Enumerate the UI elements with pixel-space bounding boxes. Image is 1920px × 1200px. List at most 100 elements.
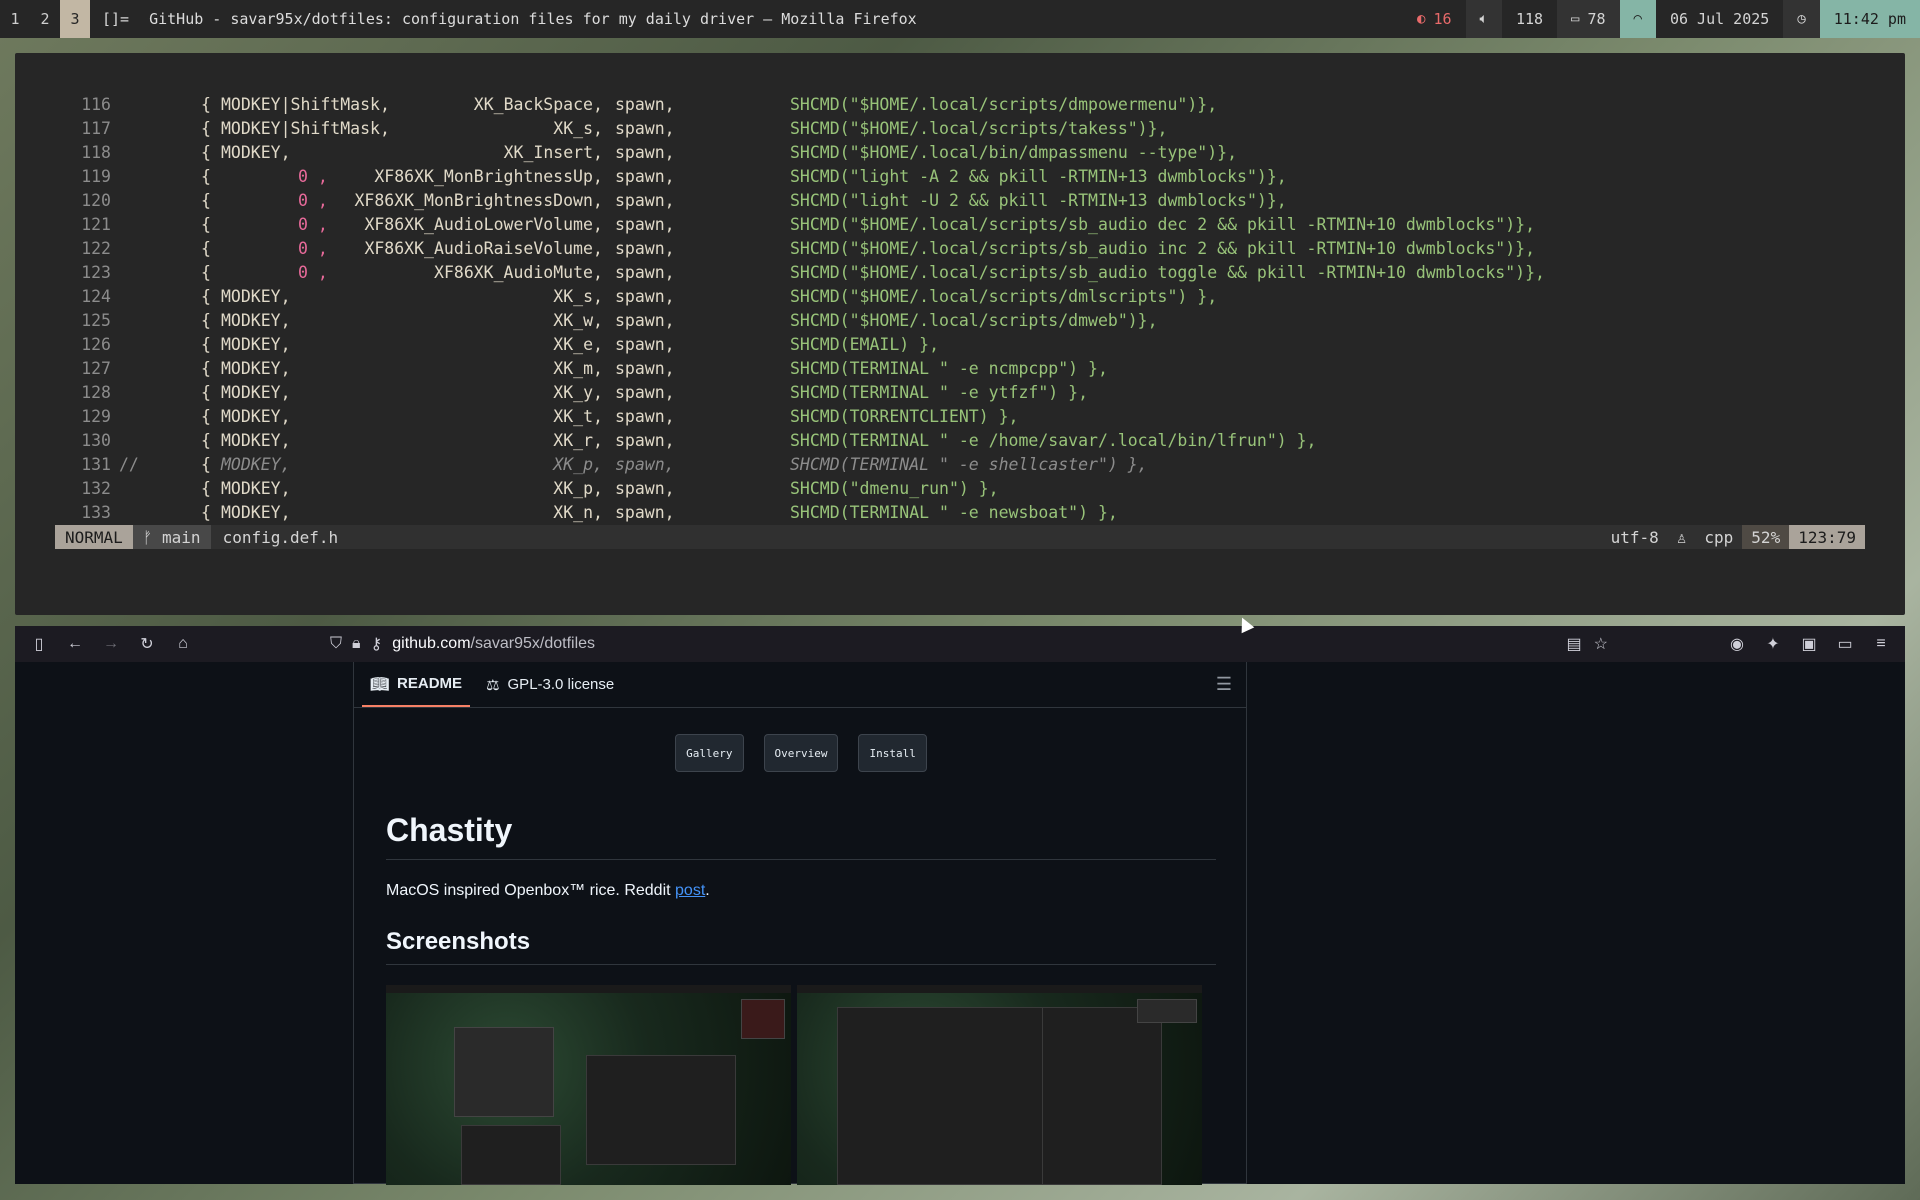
shell-command: SHCMD("$HOME/.local/bin/dmpassmenu --typ… xyxy=(790,143,1238,162)
terminal-window[interactable]: 116 {MODKEY|ShiftMask, XK_BackSpace, spawn,… xyxy=(15,53,1905,615)
keysym: XK_w, xyxy=(553,311,603,330)
function-name: spawn, xyxy=(615,431,675,450)
layout-indicator[interactable]: []= xyxy=(90,0,141,38)
sidebar-toggle-icon[interactable]: ▯ xyxy=(25,630,53,658)
keysym: XK_e, xyxy=(553,335,603,354)
shell-command: SHCMD(TERMINAL " -e ncmpcpp") }, xyxy=(790,359,1108,378)
code-line[interactable]: 126 {MODKEY, XK_e, spawn, SHCMD(EMAIL) }, xyxy=(55,333,1905,357)
code-line[interactable]: 120 {0 , XF86XK_MonBrightnessDown, spawn, SH… xyxy=(55,189,1905,213)
downloads-icon[interactable]: ▣ xyxy=(1795,630,1823,658)
gallery-button[interactable]: Gallery xyxy=(675,734,744,772)
clock-icon: ◷ xyxy=(1797,11,1806,27)
back-icon[interactable]: ← xyxy=(61,630,89,658)
brightness-icon: ◐ xyxy=(1417,11,1426,27)
brace: { xyxy=(201,239,211,258)
bookmark-star-icon[interactable]: ☆ xyxy=(1594,634,1608,654)
modifier-key: MODKEY, xyxy=(221,479,291,498)
readme-tabs: 📖︎ README ⚖ GPL-3.0 license ☰ xyxy=(354,662,1246,708)
volume-widget[interactable]: 🔈︎ xyxy=(1465,0,1502,38)
git-branch: ᚠ main xyxy=(132,525,211,549)
date-widget: 06 Jul 2025 xyxy=(1669,10,1770,28)
code-line[interactable]: 117 {MODKEY|ShiftMask, XK_s, spawn, SHCMD("$… xyxy=(55,117,1905,141)
code-line[interactable]: 132 {MODKEY, XK_p, spawn, SHCMD("dmenu_run")… xyxy=(55,477,1905,501)
forward-icon[interactable]: → xyxy=(97,630,125,658)
reader-mode-icon[interactable]: ▤ xyxy=(1567,634,1582,654)
code-line[interactable]: 122 {0 , XF86XK_AudioRaiseVolume, spawn, SHC… xyxy=(55,237,1905,261)
code-line[interactable]: 124 {MODKEY, XK_s, spawn, SHCMD("$HOME/.loca… xyxy=(55,285,1905,309)
wifi-widget[interactable]: ◠ xyxy=(1619,0,1656,38)
menu-icon[interactable]: ≡ xyxy=(1867,630,1895,658)
reddit-post-link[interactable]: post xyxy=(675,882,705,899)
code-line[interactable]: 116 {MODKEY|ShiftMask, XK_BackSpace, spawn,… xyxy=(55,93,1905,117)
workspace-2[interactable]: 2 xyxy=(30,0,60,38)
shell-command: SHCMD("light -U 2 && pkill -RTMIN+13 dwm… xyxy=(790,191,1287,210)
modifier-key: MODKEY|ShiftMask, xyxy=(221,95,390,114)
keysym: XK_r, xyxy=(553,431,603,450)
shell-command: SHCMD(TERMINAL " -e shellcaster") }, xyxy=(790,455,1148,474)
brace: { xyxy=(201,455,211,474)
shell-command: SHCMD(TORRENTCLIENT) }, xyxy=(790,407,1019,426)
function-name: spawn, xyxy=(615,191,675,210)
function-name: spawn, xyxy=(615,335,675,354)
screenshot-2[interactable] xyxy=(797,985,1202,1185)
git-branch-icon: ᚠ xyxy=(142,527,163,547)
keysym: XK_Insert, xyxy=(503,143,603,162)
brightness-widget[interactable]: ◐ 16 xyxy=(1403,0,1466,38)
code-line[interactable]: 130 {MODKEY, XK_r, spawn, SHCMD(TERMINAL " -… xyxy=(55,429,1905,453)
outline-icon[interactable]: ☰ xyxy=(1216,674,1232,695)
line-number: 131 xyxy=(81,455,111,474)
code-line[interactable]: 133 {MODKEY, XK_n, spawn, SHCMD(TERMINAL " -… xyxy=(55,501,1905,525)
workspace-3[interactable]: 3 xyxy=(60,0,90,38)
wifi-icon: ◠ xyxy=(1633,11,1642,27)
brace: { xyxy=(201,191,211,210)
code-line[interactable]: 131 // {MODKEY, XK_p, spawn, SHCMD(TERMINAL "… xyxy=(55,453,1905,477)
clock-widget[interactable]: ◷ xyxy=(1783,0,1820,38)
modifier-key: MODKEY, xyxy=(221,335,291,354)
overview-button[interactable]: Overview xyxy=(763,734,839,772)
tab-readme[interactable]: 📖︎ README xyxy=(362,662,471,707)
keysym: XK_n, xyxy=(553,503,603,522)
code-line[interactable]: 129 {MODKEY, XK_t, spawn, SHCMD(TORRENTCLIEN… xyxy=(55,405,1905,429)
tracking-protection-icon[interactable]: ⛉ xyxy=(330,635,342,653)
code-line[interactable]: 118 {MODKEY, XK_Insert, spawn, SHCMD("$HOME/… xyxy=(55,141,1905,165)
line-number: 121 xyxy=(81,215,111,234)
code-line[interactable]: 127 {MODKEY, XK_m, spawn, SHCMD(TERMINAL " -… xyxy=(55,357,1905,381)
install-button[interactable]: Install xyxy=(858,734,927,772)
code-line[interactable]: 121 {0 , XF86XK_AudioLowerVolume, spawn, SHC… xyxy=(55,213,1905,237)
screenshot-1[interactable] xyxy=(386,985,791,1185)
sidebar-icon[interactable]: ▭ xyxy=(1831,630,1859,658)
line-number: 122 xyxy=(81,239,111,258)
tab-license[interactable]: ⚖ GPL-3.0 license xyxy=(478,662,622,707)
lock-icon[interactable]: 🔒︎ xyxy=(352,635,361,653)
shell-command: SHCMD(TERMINAL " -e ytfzf") }, xyxy=(790,383,1089,402)
battery-widget[interactable]: ▭ 78 xyxy=(1557,0,1620,38)
code-line[interactable]: 119 {0 , XF86XK_MonBrightnessUp, spawn, SHCM… xyxy=(55,165,1905,189)
linux-icon: ♙ xyxy=(1676,527,1687,547)
extensions-icon[interactable]: ✦ xyxy=(1759,630,1787,658)
keysym: XK_t, xyxy=(553,407,603,426)
code-line[interactable]: 128 {MODKEY, XK_y, spawn, SHCMD(TERMINAL " -… xyxy=(55,381,1905,405)
url-bar[interactable]: ⛉ 🔒︎ ⚷ github.com/savar95x/dotfiles ▤ ☆ xyxy=(318,630,1608,658)
brace: { xyxy=(201,407,211,426)
permissions-icon[interactable]: ⚷ xyxy=(371,634,383,654)
code-line[interactable]: 125 {MODKEY, XK_w, spawn, SHCMD("$HOME/.loca… xyxy=(55,309,1905,333)
modifier-key: MODKEY, xyxy=(221,407,291,426)
line-number: 119 xyxy=(81,167,111,186)
code-line[interactable]: 123 {0 , XF86XK_AudioMute, spawn, SHCMD("$HO… xyxy=(55,261,1905,285)
shell-command: SHCMD("$HOME/.local/scripts/sb_audio inc… xyxy=(790,239,1536,258)
firefox-window[interactable]: ▯ ← → ↻ ⌂ ⛉ 🔒︎ ⚷ github.com/savar95x/dot… xyxy=(15,626,1905,1185)
home-icon[interactable]: ⌂ xyxy=(169,630,197,658)
brace: { xyxy=(201,95,211,114)
line-number: 123 xyxy=(81,263,111,282)
vim-statusline: NORMAL ᚠ main config.def.h utf-8 ♙ cpp 5… xyxy=(55,525,1865,549)
keysym: XK_BackSpace, xyxy=(473,95,603,114)
modifier-key: MODKEY, xyxy=(221,311,291,330)
code-view[interactable]: 116 {MODKEY|ShiftMask, XK_BackSpace, spawn,… xyxy=(55,93,1905,525)
web-page: 📖︎ README ⚖ GPL-3.0 license ☰ Gallery Ov… xyxy=(15,662,1905,1185)
keysym: XK_m, xyxy=(553,359,603,378)
vim-mode: NORMAL xyxy=(55,525,133,549)
reload-icon[interactable]: ↻ xyxy=(133,630,161,658)
status-bar: 1 2 3 []= GitHub - savar95x/dotfiles: co… xyxy=(0,0,1920,38)
workspace-1[interactable]: 1 xyxy=(0,0,30,38)
account-icon[interactable]: ◉ xyxy=(1723,630,1751,658)
